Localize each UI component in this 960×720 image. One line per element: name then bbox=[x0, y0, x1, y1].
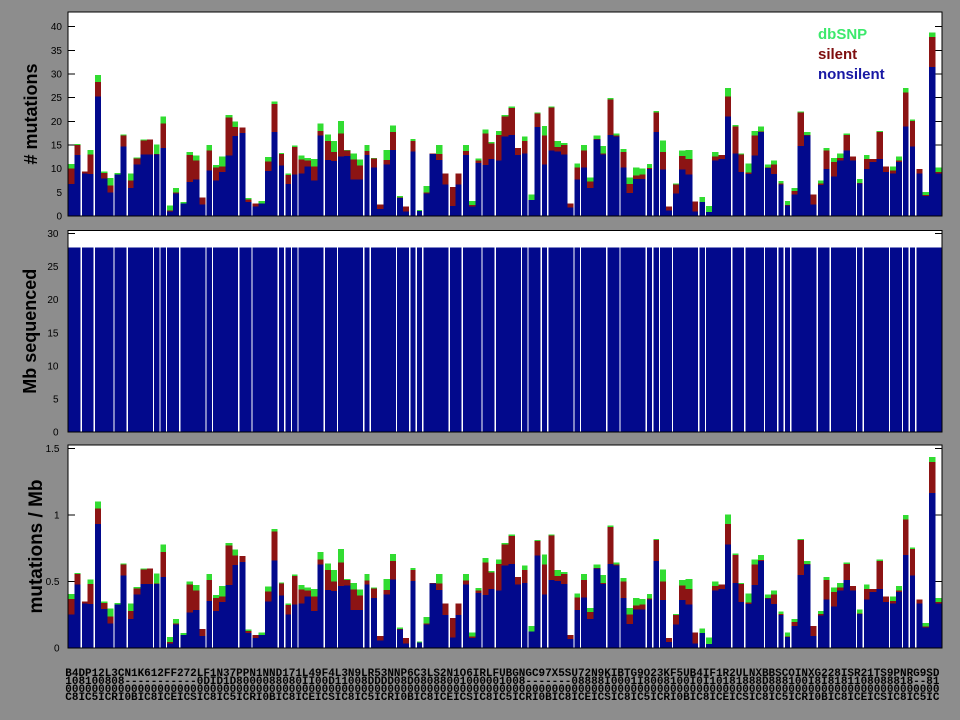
svg-text:0: 0 bbox=[53, 428, 59, 439]
svg-text:25: 25 bbox=[47, 262, 59, 273]
svg-text:40: 40 bbox=[51, 22, 63, 33]
svg-text:silent: silent bbox=[818, 46, 857, 63]
svg-text:35: 35 bbox=[51, 46, 63, 57]
svg-text:30: 30 bbox=[51, 70, 63, 81]
svg-text:15: 15 bbox=[47, 328, 59, 339]
svg-text:nonsilent: nonsilent bbox=[818, 66, 885, 83]
svg-text:0: 0 bbox=[56, 212, 62, 223]
svg-text:5: 5 bbox=[56, 188, 62, 199]
svg-text:C8IC5ICRI0BIC8ICEICSIC8IC5ICRI: C8IC5ICRI0BIC8ICEICSIC8IC5ICRI0BIC8ICEIC… bbox=[65, 692, 940, 704]
svg-text:1.5: 1.5 bbox=[46, 444, 60, 455]
svg-text:5: 5 bbox=[53, 394, 59, 405]
svg-text:dbSNP: dbSNP bbox=[818, 26, 867, 43]
svg-text:mutations / Mb: mutations / Mb bbox=[26, 479, 47, 613]
svg-text:0.5: 0.5 bbox=[46, 577, 60, 588]
svg-text:1: 1 bbox=[54, 511, 60, 522]
svg-text:20: 20 bbox=[51, 117, 63, 128]
svg-text:Mb sequenced: Mb sequenced bbox=[20, 269, 40, 394]
svg-text:30: 30 bbox=[47, 229, 59, 240]
svg-text:20: 20 bbox=[47, 295, 59, 306]
svg-text:10: 10 bbox=[47, 361, 59, 372]
svg-text:15: 15 bbox=[51, 141, 63, 152]
svg-text:0: 0 bbox=[54, 644, 60, 655]
svg-text:25: 25 bbox=[51, 93, 63, 104]
svg-text:# mutations: # mutations bbox=[21, 63, 41, 164]
svg-text:10: 10 bbox=[51, 164, 63, 175]
